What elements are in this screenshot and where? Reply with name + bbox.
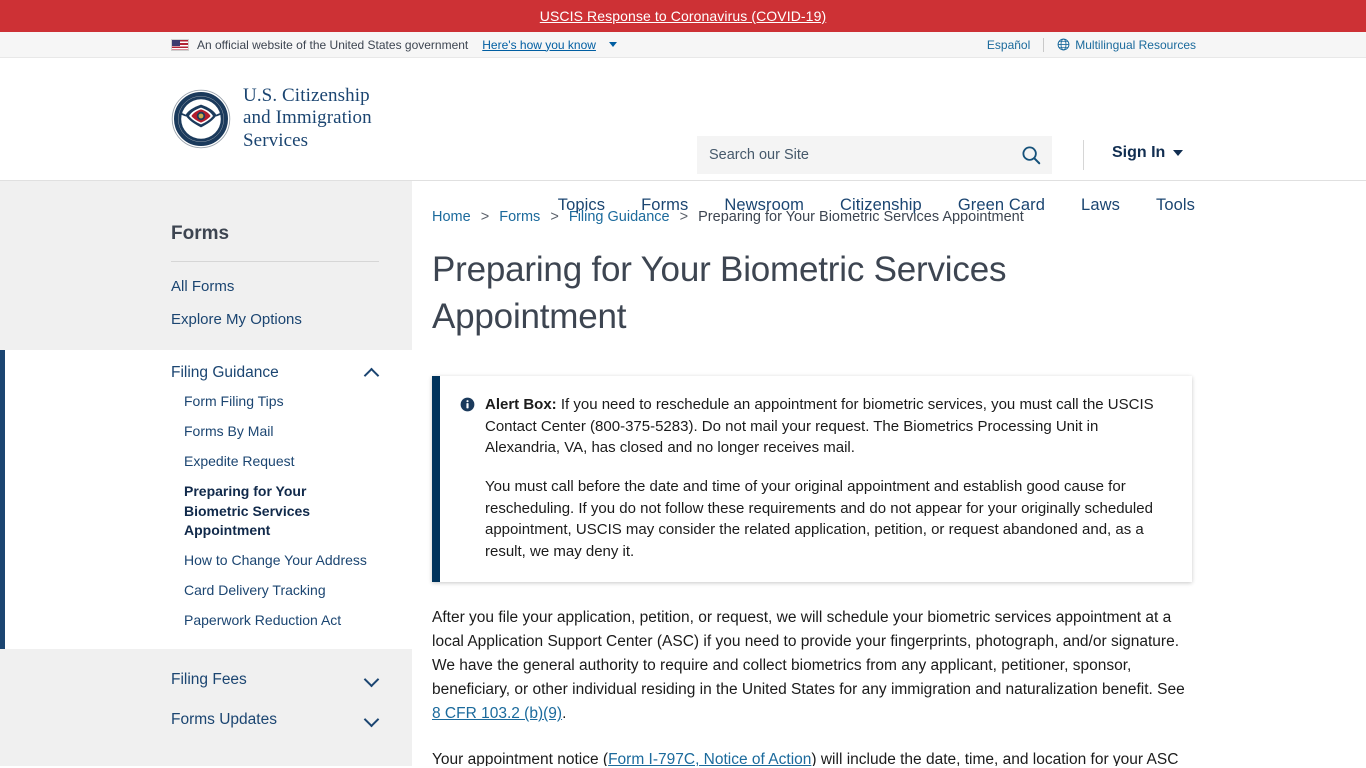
site-header: U.S. Citizenship and Immigration Service…	[0, 58, 1366, 214]
header-divider	[1083, 140, 1084, 170]
sidebar-section-filing-guidance: Filing Guidance Form Filing Tips Forms B…	[0, 350, 412, 649]
covid-banner-link[interactable]: USCIS Response to Coronavirus (COVID-19)	[540, 8, 826, 24]
sidebar-item-explore-my-options[interactable]: Explore My Options	[0, 295, 412, 328]
chevron-down-icon[interactable]	[365, 715, 379, 724]
sidebar-item-all-forms[interactable]: All Forms	[0, 262, 412, 295]
nav-item-citizenship[interactable]: Citizenship	[840, 196, 922, 215]
chevron-up-icon[interactable]	[365, 369, 379, 378]
search-input[interactable]	[697, 147, 1010, 163]
espanol-link[interactable]: Español	[987, 38, 1030, 52]
site-logo-text: U.S. Citizenship and Immigration Service…	[243, 85, 372, 152]
government-banner: An official website of the United States…	[0, 32, 1366, 58]
heres-how-you-know-link[interactable]: Here's how you know	[482, 38, 596, 52]
divider	[1043, 37, 1045, 52]
nav-item-newsroom[interactable]: Newsroom	[724, 196, 804, 215]
logo-line-2: and Immigration	[243, 107, 372, 129]
search-icon	[1022, 146, 1041, 165]
multilingual-resources-label: Multilingual Resources	[1075, 37, 1196, 52]
sidebar-section-filing-fees[interactable]: Filing Fees	[0, 649, 412, 689]
body-paragraph-2-head: Your appointment notice (	[432, 751, 609, 766]
alert-box: Alert Box: If you need to reschedule an …	[432, 376, 1192, 583]
sidebar-item-preparing-biometric-services[interactable]: Preparing for Your Biometric Services Ap…	[5, 472, 412, 542]
sidebar-section-label: Filing Fees	[171, 670, 247, 688]
sidebar-section-forms-updates[interactable]: Forms Updates	[0, 689, 412, 729]
nav-item-laws[interactable]: Laws	[1081, 196, 1120, 215]
body-paragraph-1-tail: .	[562, 705, 567, 723]
sidebar-item-form-filing-tips[interactable]: Form Filing Tips	[5, 382, 412, 412]
chevron-down-icon[interactable]	[365, 675, 379, 684]
page-title: Preparing for Your Biometric Services Ap…	[432, 250, 1007, 336]
body-paragraph-1: After you file your application, petitio…	[432, 606, 1195, 726]
breadcrumb-item-home[interactable]: Home	[432, 209, 471, 225]
globe-icon	[1057, 38, 1070, 51]
logo-line-3: Services	[243, 129, 309, 151]
sidebar-item-how-to-change-your-address[interactable]: How to Change Your Address	[5, 541, 412, 571]
breadcrumb-item-forms[interactable]: Forms	[499, 209, 540, 225]
sidebar-item-card-delivery-tracking[interactable]: Card Delivery Tracking	[5, 571, 412, 601]
gov-banner-left: An official website of the United States…	[171, 38, 617, 52]
nav-item-tools[interactable]: Tools	[1156, 196, 1195, 215]
breadcrumb-separator: >	[480, 209, 490, 225]
alert-paragraph-1: Alert Box: If you need to reschedule an …	[485, 394, 1172, 458]
sign-in-label: Sign In	[1112, 144, 1166, 161]
sidebar-item-expedite-request[interactable]: Expedite Request	[5, 442, 412, 472]
gov-banner-right: Español Multilingual Resources	[987, 37, 1196, 52]
chevron-down-icon[interactable]	[608, 42, 617, 47]
form-i797c-link[interactable]: Form I-797C, Notice of Action	[608, 751, 811, 766]
multilingual-resources-link[interactable]: Multilingual Resources	[1057, 38, 1196, 52]
cfr-link[interactable]: 8 CFR 103.2 (b)(9)	[432, 705, 562, 722]
page-body: Forms All Forms Explore My Options Filin…	[0, 181, 1366, 766]
dhs-seal-icon	[171, 89, 231, 148]
body-paragraph-1-text: After you file your application, petitio…	[432, 609, 1185, 699]
info-icon	[460, 397, 475, 412]
sidebar-item-paperwork-reduction-act[interactable]: Paperwork Reduction Act	[5, 601, 412, 631]
site-logo[interactable]: U.S. Citizenship and Immigration Service…	[171, 85, 372, 152]
sidebar: Forms All Forms Explore My Options Filin…	[0, 181, 412, 766]
us-flag-icon	[171, 38, 189, 51]
search-button[interactable]	[1010, 136, 1052, 174]
alert-paragraph-2: You must call before the date and time o…	[485, 478, 1153, 560]
sidebar-item-forms-by-mail[interactable]: Forms By Mail	[5, 412, 412, 442]
alert-text-1: If you need to reschedule an appointment…	[485, 396, 1154, 456]
sidebar-section-label: Forms Updates	[171, 710, 277, 728]
body-paragraph-2: Your appointment notice (Form I-797C, No…	[432, 748, 1195, 766]
sidebar-title: Forms	[171, 223, 230, 244]
main-navigation: Topics Forms Newsroom Citizenship Green …	[558, 196, 1195, 215]
sidebar-section-label: Filing Guidance	[171, 364, 279, 381]
sign-in-button[interactable]: Sign In	[1112, 144, 1184, 162]
covid-banner: USCIS Response to Coronavirus (COVID-19)	[0, 0, 1366, 32]
gov-banner-text: An official website of the United States…	[197, 37, 469, 52]
logo-line-1: U.S. Citizenship	[243, 85, 370, 106]
sidebar-section-header-filing-guidance[interactable]: Filing Guidance	[5, 364, 412, 382]
search-bar[interactable]	[697, 136, 1052, 174]
nav-item-green-card[interactable]: Green Card	[958, 196, 1045, 215]
nav-item-topics[interactable]: Topics	[558, 196, 605, 215]
main-content: Home > Forms > Filing Guidance > Prepari…	[412, 181, 1366, 766]
chevron-down-icon	[1173, 150, 1184, 156]
nav-item-forms[interactable]: Forms	[641, 196, 688, 215]
alert-label: Alert Box:	[485, 396, 557, 414]
